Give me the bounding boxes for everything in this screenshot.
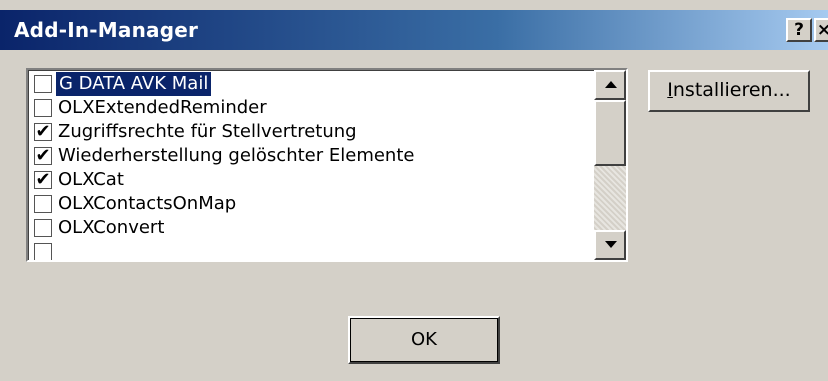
window-title: Add-In-Manager: [14, 18, 199, 42]
addin-label: OLXCat: [58, 169, 124, 190]
scroll-thumb[interactable]: [594, 100, 626, 166]
addin-label: Wiederherstellung gelöschter Elemente: [58, 145, 415, 166]
addin-label: OLXExtendedReminder: [58, 97, 267, 118]
addin-label: OLXContactsOnMap: [58, 193, 237, 214]
list-item[interactable]: ✔ Wiederherstellung gelöschter Elemente: [32, 144, 592, 168]
help-button[interactable]: ?: [786, 18, 812, 42]
list-item[interactable]: ✔ Zugriffsrechte für Stellvertretung: [32, 120, 592, 144]
triangle-down-icon: [605, 241, 617, 248]
ok-label: OK: [411, 329, 437, 350]
list-item[interactable]: [32, 240, 592, 260]
checkbox[interactable]: [34, 243, 52, 260]
ok-button[interactable]: OK: [348, 316, 500, 364]
close-icon: ×: [816, 20, 828, 40]
checkbox[interactable]: [34, 99, 52, 117]
list-item[interactable]: G DATA AVK Mail: [32, 72, 592, 96]
help-icon: ?: [794, 20, 804, 40]
checkbox[interactable]: [34, 195, 52, 213]
checkbox[interactable]: [34, 219, 52, 237]
checkbox-checked[interactable]: ✔: [34, 171, 52, 189]
title-bar[interactable]: Add-In-Manager ? ×: [0, 10, 828, 50]
vertical-scrollbar[interactable]: [594, 70, 626, 260]
add-in-manager-dialog: Add-In-Manager ? × G DATA AVK Mail OLXEx…: [0, 0, 828, 381]
checkbox-checked[interactable]: ✔: [34, 147, 52, 165]
triangle-up-icon: [605, 81, 617, 88]
check-icon: ✔: [35, 121, 51, 142]
list-item[interactable]: OLXConvert: [32, 216, 592, 240]
install-label: nstallieren...: [672, 79, 791, 101]
scroll-down-button[interactable]: [594, 230, 626, 260]
scroll-up-button[interactable]: [594, 70, 626, 100]
addin-label: OLXConvert: [58, 217, 165, 238]
list-item[interactable]: ✔ OLXCat: [32, 168, 592, 192]
addin-list[interactable]: G DATA AVK Mail OLXExtendedReminder ✔ Zu…: [26, 68, 628, 262]
list-item[interactable]: OLXContactsOnMap: [32, 192, 592, 216]
list-item[interactable]: OLXExtendedReminder: [32, 96, 592, 120]
checkbox-checked[interactable]: ✔: [34, 123, 52, 141]
addin-label: Zugriffsrechte für Stellvertretung: [58, 121, 357, 142]
install-button[interactable]: Installieren...: [648, 70, 810, 112]
check-icon: ✔: [35, 145, 51, 166]
addin-label: G DATA AVK Mail: [56, 72, 212, 96]
checkbox[interactable]: [34, 75, 52, 93]
close-button[interactable]: ×: [814, 18, 828, 42]
check-icon: ✔: [35, 169, 51, 190]
addin-list-items: G DATA AVK Mail OLXExtendedReminder ✔ Zu…: [28, 70, 592, 260]
